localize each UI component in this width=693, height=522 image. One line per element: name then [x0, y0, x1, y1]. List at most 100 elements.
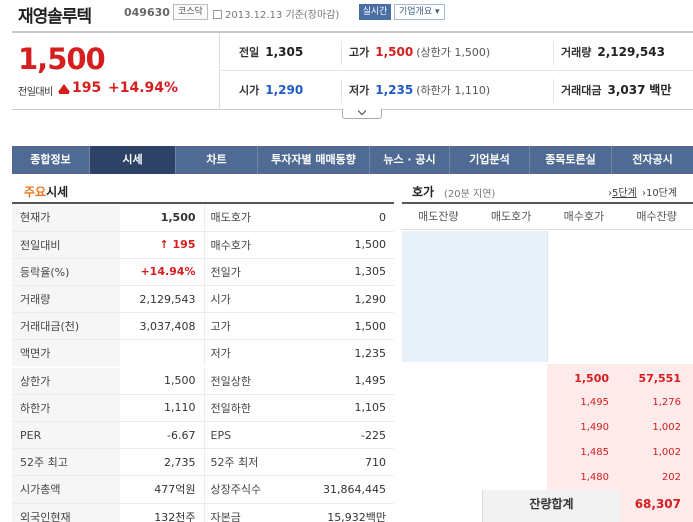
bid-price: 1,490	[580, 422, 609, 433]
total-label: 잔량합계	[482, 490, 620, 522]
bid-row: 1,480 202	[547, 465, 693, 490]
amount-value: 3,037	[607, 83, 646, 97]
depth-5-label: 5단계	[612, 188, 637, 199]
table-row: PER -6.67 EPS -225	[12, 421, 394, 450]
stat-label: 52주 최고	[12, 448, 120, 477]
stock-code: 049630	[124, 6, 170, 19]
calendar-icon	[213, 10, 222, 19]
stat-label: 전일하한	[203, 394, 304, 423]
table-row: 52주 최고 2,735 52주 최저 710	[12, 448, 394, 477]
open-label: 시가	[239, 84, 260, 97]
orderbook-title: 호가	[412, 185, 435, 199]
stat-value: 710	[304, 448, 394, 477]
collapse-toggle[interactable]	[342, 106, 382, 119]
tab-investor-trading[interactable]: 투자자별 매매동향	[258, 146, 370, 174]
stat-value: 1,500	[120, 204, 204, 232]
tab-quotes[interactable]: 시세	[90, 146, 176, 174]
stat-value: -6.67	[120, 421, 204, 450]
bid-price: 1,500	[574, 372, 609, 385]
stat-value: 2,735	[120, 448, 204, 477]
company-name: 재영솔루텍	[18, 7, 92, 27]
stat-label: 등락율(%)	[12, 258, 120, 287]
total-blank	[402, 490, 482, 522]
stat-value: ↑ 195	[120, 231, 204, 259]
bid-blank-zone	[402, 364, 547, 490]
stat-value-text: 195	[172, 238, 196, 252]
tab-disclosure[interactable]: 전자공시	[612, 146, 693, 174]
orderbook-depth-links: ›5단계 ›10단계	[606, 184, 677, 199]
bid-price-header: 매수호가	[563, 210, 605, 223]
main-tabs: 종합정보 시세 차트 투자자별 매매동향 뉴스 · 공시 기업분석 종목토론실 …	[12, 146, 693, 174]
table-row: 등락율(%) +14.94% 전일가 1,305	[12, 258, 394, 287]
bid-price: 1,495	[580, 397, 609, 408]
bid-row: 1,485 1,002	[547, 440, 693, 465]
stat-value: +14.94%	[120, 258, 204, 287]
stat-label: 전일대비	[12, 231, 120, 259]
bid-qty: 57,551	[638, 372, 681, 385]
current-price-panel: 1,500 전일대비 195 +14.94%	[12, 33, 220, 110]
depth-5-link[interactable]: ›5단계	[608, 188, 637, 199]
stat-label: 액면가	[12, 339, 120, 368]
stat-label: 외국인현재	[12, 503, 120, 522]
stat-value: 477억원	[120, 475, 204, 504]
company-info-dropdown[interactable]: 기업개요 ▾	[394, 4, 445, 20]
depth-10-label: 10단계	[645, 188, 678, 199]
market-badge: 코스닥	[173, 4, 208, 20]
stat-value: 1,500	[304, 231, 394, 259]
realtime-button[interactable]: 실시간	[359, 4, 391, 20]
chevron-down-icon	[357, 106, 367, 116]
stats-title: 주요시세	[24, 183, 68, 200]
bid-qty-header: 매수잔량	[636, 210, 677, 223]
summary-row-1: 전일 1,305 고가 1,500 (상한가 1,500) 거래량 2,129,543	[221, 33, 693, 71]
table-row: 외국인현재 132천주 자본금 15,932백만	[12, 503, 394, 522]
trade-date: 2013.12.13 기준(장마감)	[213, 6, 339, 21]
bid-qty: 1,002	[652, 447, 681, 458]
bid-row: 1,495 1,276	[547, 390, 693, 415]
bid-row: 1,500 57,551	[547, 365, 693, 390]
up-arrow-stem	[59, 91, 69, 94]
stat-label: 현재가	[12, 204, 120, 232]
ask-price-zone	[547, 231, 693, 362]
table-row: 시가총액 477억원 상장주식수 31,864,445	[12, 475, 394, 504]
stat-label: 거래량	[12, 285, 120, 314]
tab-news[interactable]: 뉴스 · 공시	[370, 146, 450, 174]
bid-price: 1,485	[580, 447, 609, 458]
bid-price: 1,480	[580, 472, 609, 483]
depth-10-link[interactable]: ›10단계	[642, 188, 677, 199]
orderbook-header: 매도잔량 매도호가 매수호가 매수잔량	[402, 204, 693, 230]
table-row: 상한가 1,500 전일상한 1,495	[12, 366, 394, 395]
high-label: 고가	[349, 46, 370, 59]
table-row: 전일대비 ↑ 195 매수호가 1,500	[12, 231, 394, 259]
stat-value: 2,129,543	[120, 285, 204, 314]
tab-discussion[interactable]: 종목토론실	[530, 146, 612, 174]
open-value: 1,290	[265, 83, 304, 97]
company-info-label: 기업개요	[399, 7, 433, 17]
tab-analysis[interactable]: 기업분석	[450, 146, 530, 174]
stat-label: 상장주식수	[203, 475, 304, 504]
stat-label: 52주 최저	[203, 448, 304, 477]
summary-grid: 전일 1,305 고가 1,500 (상한가 1,500) 거래량 2,129,543 …	[221, 33, 693, 109]
bid-row: 1,490 1,002	[547, 415, 693, 440]
stats-title-rest: 시세	[46, 185, 69, 199]
stat-value: 1,500	[120, 366, 204, 395]
tab-overview[interactable]: 종합정보	[12, 146, 90, 174]
price-change: 195	[72, 80, 102, 96]
up-arrow-icon: ↑	[159, 238, 173, 252]
table-row: 현재가 1,500 매도호가 0	[12, 204, 394, 232]
stat-value: 3,037,408	[120, 312, 204, 341]
total-bid-qty: 68,307	[620, 490, 693, 522]
stat-value: 0	[304, 204, 394, 232]
stats-title-highlight: 주요	[24, 185, 47, 199]
chevron-down-icon: ▾	[435, 7, 440, 17]
orderbook-delay: (20분 지연)	[444, 189, 496, 200]
ask-qty-zone	[402, 231, 547, 362]
stat-label: 저가	[203, 339, 304, 368]
amount-label: 거래대금	[561, 84, 602, 97]
price-summary-box: 1,500 전일대비 195 +14.94% 전일 1,305 고가 1,500 (상…	[12, 31, 693, 110]
table-row: 액면가 저가 1,235	[12, 339, 394, 368]
stat-label: 시가총액	[12, 475, 120, 504]
volume-value: 2,129,543	[597, 45, 665, 59]
summary-row-2: 시가 1,290 저가 1,235 (하한가 1,110) 거래대금 3,037 백만	[221, 71, 693, 109]
stat-label: 매수호가	[203, 231, 304, 259]
tab-chart[interactable]: 차트	[176, 146, 258, 174]
